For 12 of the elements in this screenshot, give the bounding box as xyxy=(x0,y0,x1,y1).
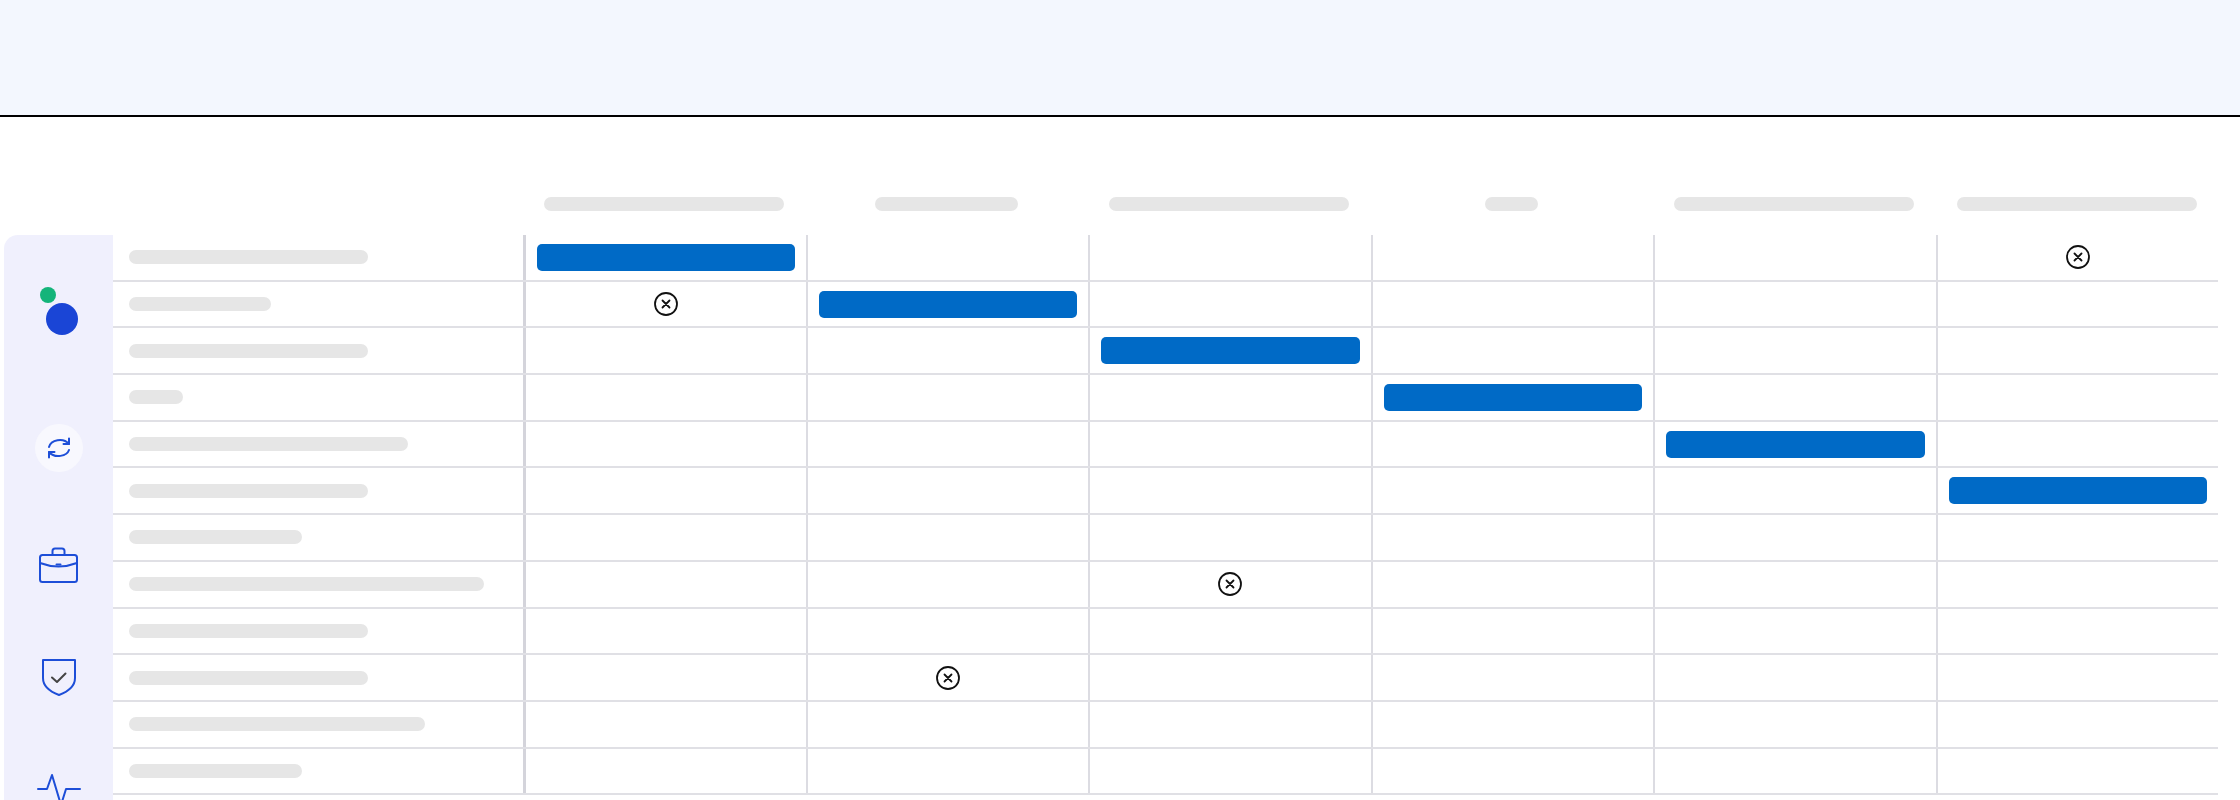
column-header-placeholder xyxy=(1485,197,1539,211)
nav-button[interactable] xyxy=(34,424,83,472)
avatar[interactable] xyxy=(45,303,78,335)
cross-circle-icon xyxy=(653,292,678,317)
pulse-icon xyxy=(36,773,81,800)
refresh-icon xyxy=(34,424,83,472)
row-label-placeholder xyxy=(129,390,183,405)
cross-circle-icon xyxy=(1218,572,1243,597)
briefcase-icon xyxy=(39,547,78,583)
cross-circle-icon xyxy=(935,665,960,690)
shield-check-icon xyxy=(40,658,77,696)
cross-circle-icon xyxy=(2065,245,2090,270)
